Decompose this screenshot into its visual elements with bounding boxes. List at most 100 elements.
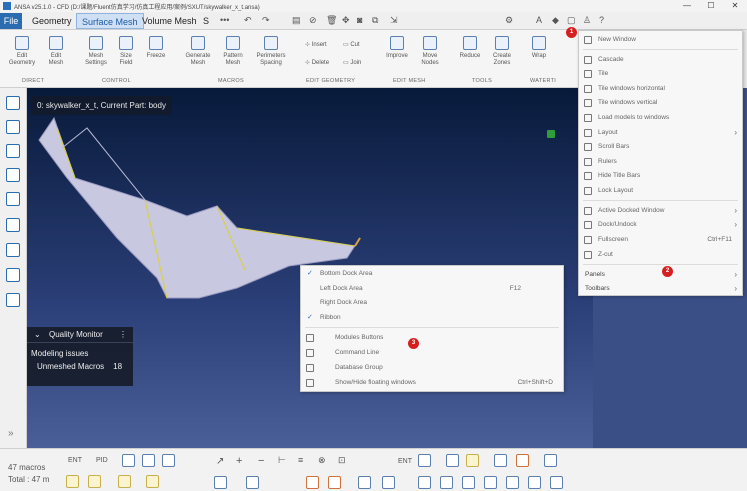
side-view-icon[interactable]: [528, 476, 541, 489]
cube-icon[interactable]: [446, 454, 459, 467]
lock-icon[interactable]: ⊡: [338, 455, 346, 466]
ent-button[interactable]: ENT: [68, 457, 82, 464]
maximize-button[interactable]: ☐: [699, 0, 723, 12]
edit-geometry-button[interactable]: Edit Geometry: [5, 36, 39, 67]
submenu-ribbon[interactable]: ✓ Ribbon: [301, 311, 563, 325]
menu-tile-vertical[interactable]: Tile windows vertical: [579, 96, 742, 110]
undo-icon[interactable]: ↶: [244, 15, 252, 26]
submenu-bottom-dock-area[interactable]: ✓ Bottom Dock Area: [301, 267, 563, 281]
unmeshed-macros-row[interactable]: Unmeshed Macros 18: [27, 358, 133, 371]
red-cube-icon[interactable]: [516, 454, 529, 467]
view-tool-icon[interactable]: [418, 454, 431, 467]
cube-view-icon[interactable]: [544, 454, 557, 467]
menu-active-docked-window[interactable]: Active Docked Window ›: [579, 204, 742, 218]
join-button[interactable]: ▭ Join: [343, 59, 361, 66]
iso-view-icon[interactable]: [550, 476, 563, 489]
expand-chevrons-icon[interactable]: »: [8, 428, 14, 439]
minus-icon[interactable]: −: [258, 455, 264, 467]
transform-icon[interactable]: ✥: [342, 15, 350, 26]
yellow-square-icon[interactable]: [66, 475, 79, 488]
cube-outline-icon[interactable]: [494, 454, 507, 467]
back-view-icon[interactable]: [506, 476, 519, 489]
s-module-icon[interactable]: [6, 218, 20, 232]
split-icon[interactable]: ⊢: [278, 455, 286, 466]
help-icon[interactable]: ?: [599, 15, 604, 25]
submenu-modules-buttons[interactable]: Modules Buttons: [301, 331, 563, 345]
ansa-a-icon[interactable]: A: [536, 15, 542, 25]
reduce-button[interactable]: Reduce: [453, 36, 487, 60]
file-tab[interactable]: File: [0, 13, 22, 29]
menu-new-window[interactable]: New Window: [579, 33, 742, 47]
copy-icon[interactable]: ⧉: [372, 15, 378, 26]
move-nodes-button[interactable]: Move Nodes: [413, 36, 447, 67]
bracket-icon[interactable]: [328, 476, 341, 489]
menu-dock-undock[interactable]: Dock/Undock ›: [579, 218, 742, 232]
edit-mesh-button[interactable]: Edit Mesh: [39, 36, 73, 67]
menu-toolbars[interactable]: Toolbars ›: [579, 282, 742, 296]
v-module-icon[interactable]: [6, 293, 20, 307]
create-zones-button[interactable]: Create Zones: [485, 36, 519, 67]
redo-icon[interactable]: ↷: [262, 15, 270, 26]
user-icon[interactable]: ♙: [583, 15, 591, 26]
tab-more[interactable]: S: [198, 13, 214, 29]
p-module-icon[interactable]: [6, 243, 20, 257]
zoom-icon[interactable]: [462, 476, 475, 489]
menu-tile[interactable]: Tile: [579, 67, 742, 81]
delete-button[interactable]: ⊹ Delete: [305, 59, 329, 66]
save-icon[interactable]: ▤: [292, 15, 301, 26]
menu-layout[interactable]: Layout ›: [579, 126, 742, 140]
fit-icon[interactable]: [440, 476, 453, 489]
tab-volume-mesh[interactable]: Volume Mesh: [137, 13, 202, 29]
generate-mesh-button[interactable]: Generate Mesh: [181, 36, 215, 67]
grid-view-icon[interactable]: [214, 476, 227, 489]
insert-button[interactable]: ⊹ Insert: [305, 41, 327, 48]
pencil-icon[interactable]: [382, 476, 395, 489]
menu-scroll-bars[interactable]: Scroll Bars: [579, 140, 742, 154]
pid-button[interactable]: PID: [96, 457, 108, 464]
pattern-mesh-button[interactable]: Pattern Mesh: [216, 36, 250, 67]
gear-icon[interactable]: ⚙: [505, 15, 513, 26]
menu-panels[interactable]: Panels ›: [579, 268, 742, 282]
close-button[interactable]: ✕: [723, 0, 747, 12]
menu-rulers[interactable]: Rulers: [579, 155, 742, 169]
submenu-command-line[interactable]: Command Line: [301, 346, 563, 360]
submenu-database-group[interactable]: Database Group: [301, 361, 563, 375]
parts-icon[interactable]: [6, 144, 20, 158]
m-module-icon[interactable]: [6, 268, 20, 282]
menu-hide-title-bars[interactable]: Hide Title Bars: [579, 169, 742, 183]
more-options-icon[interactable]: ⋮: [119, 327, 127, 343]
improve-button[interactable]: Improve: [380, 36, 414, 60]
grid-icon[interactable]: [142, 454, 155, 467]
freeze-button[interactable]: Freeze: [139, 36, 173, 60]
fill-icon[interactable]: ◆: [552, 15, 559, 26]
camera-icon[interactable]: ◙: [357, 15, 362, 25]
yellow-dots-icon[interactable]: [118, 475, 131, 488]
pointer-icon[interactable]: ↗: [216, 456, 224, 467]
chevron-down-icon[interactable]: ⌄: [34, 327, 41, 343]
export-icon[interactable]: ⇲: [390, 15, 398, 26]
menu-lock-layout[interactable]: Lock Layout: [579, 184, 742, 198]
select-icon[interactable]: [418, 476, 431, 489]
window-icon[interactable]: ▢: [567, 15, 576, 26]
delete-icon[interactable]: 🗑: [326, 15, 337, 26]
yellow-square-icon[interactable]: [88, 475, 101, 488]
front-view-icon[interactable]: [484, 476, 497, 489]
clear-icon[interactable]: ⊗: [318, 455, 326, 466]
ent-focus-button[interactable]: ENT: [398, 458, 412, 465]
frame-icon[interactable]: [306, 476, 319, 489]
mesh-settings-button[interactable]: Mesh Settings: [79, 36, 113, 67]
menu-tile-horizontal[interactable]: Tile windows horizontal: [579, 82, 742, 96]
rotate-icon[interactable]: [162, 454, 175, 467]
colored-cube-icon[interactable]: [466, 454, 479, 467]
menu-fullscreen[interactable]: Fullscreen Ctrl+F11: [579, 233, 742, 247]
quality-monitor-header[interactable]: ⌄ Quality Monitor ⋮: [27, 327, 133, 343]
documents-icon[interactable]: [6, 192, 20, 206]
submenu-left-dock-area[interactable]: Left Dock Area F12: [301, 282, 563, 296]
list-icon[interactable]: [6, 96, 20, 110]
wrap-button[interactable]: Wrap: [522, 36, 556, 60]
menu-load-models[interactable]: Load models to windows: [579, 111, 742, 125]
tab-geometry[interactable]: Geometry: [27, 13, 77, 29]
link-icon[interactable]: ⊘: [309, 15, 317, 26]
cut-button[interactable]: ▭ Cut: [343, 41, 360, 48]
circle-tool-icon[interactable]: [122, 454, 135, 467]
